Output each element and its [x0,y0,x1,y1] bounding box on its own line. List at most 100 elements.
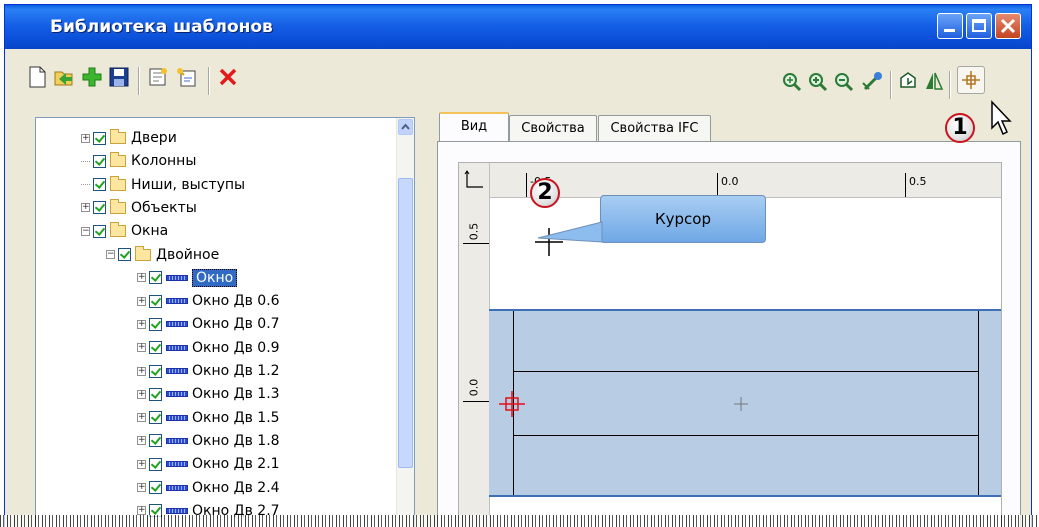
expander-icon[interactable]: + [137,389,146,399]
checkbox[interactable] [118,248,131,261]
checkbox[interactable] [149,317,162,331]
checkbox[interactable] [149,481,162,494]
zoom-fit-icon[interactable] [781,71,803,93]
tree-item[interactable]: + Окно Дв 1.2 [137,360,280,382]
open-icon[interactable] [53,66,75,88]
ruler-label: 0.5 [467,222,481,241]
expander-icon[interactable]: − [81,226,90,236]
tree-item-label: Объекты [131,199,197,216]
expander-icon[interactable]: + [137,343,146,353]
checkbox[interactable] [149,341,162,355]
tab-view[interactable]: Вид [439,112,509,141]
expander-icon[interactable]: + [81,203,90,213]
maximize-icon [972,19,986,32]
expander-icon[interactable]: + [137,413,146,423]
rotate-view-icon[interactable] [897,70,919,92]
tree-item-label: Окно [192,268,238,287]
tree-item[interactable]: + Окно Дв 2.4 [137,477,280,499]
expander-icon[interactable]: + [137,273,146,283]
tree-item-label: Окно Дв 1.8 [192,432,280,449]
save-icon[interactable] [109,66,129,88]
tree-spacer [81,184,90,186]
window-icon [166,461,188,468]
tree-item-label: Окно Дв 1.5 [192,409,280,426]
tree-item[interactable]: + Окно Дв 1.3 [137,383,280,405]
zoom-out-icon[interactable] [833,71,855,93]
expander-icon[interactable]: − [106,250,115,259]
tree-item[interactable]: + Окно Дв 1.8 [137,430,280,452]
tree-item[interactable]: + Двери [81,127,177,149]
expander-icon[interactable]: + [137,319,146,329]
tree-item-label: Окно Дв 0.6 [192,293,280,310]
window-icon [166,274,188,281]
base-point-button[interactable] [957,66,985,94]
tree-item[interactable]: + Окно Дв 0.7 [137,313,280,335]
toolbar [5,49,1031,107]
expander-icon[interactable]: + [137,366,146,376]
vertical-ruler: 0.5 0.0 [459,163,490,527]
tree-item[interactable]: + Окно Дв 0.6 [137,290,280,312]
pan-icon[interactable] [861,71,883,93]
window-icon [166,344,188,351]
checkbox[interactable] [149,434,162,448]
tree-item[interactable]: + Окно [137,267,238,289]
mirror-icon[interactable] [923,70,945,92]
scroll-thumb[interactable] [398,178,413,468]
tree-item[interactable]: Колонны [81,150,196,172]
tree-scrollbar[interactable] [396,118,414,527]
template-edit-icon[interactable] [175,66,199,88]
window-icon [166,391,188,398]
expander-icon[interactable]: + [137,506,146,516]
checkbox[interactable] [149,364,162,378]
tree-item[interactable]: − Окна [81,220,168,242]
close-button[interactable] [995,13,1021,39]
tab-properties[interactable]: Свойства [509,115,597,141]
folder-icon [110,152,126,168]
window-icon [166,507,188,514]
expander-icon[interactable]: + [137,436,146,446]
tree-item[interactable]: + Окно Дв 1.5 [137,407,280,429]
checkbox[interactable] [149,411,162,425]
cursor-callout: Курсор [600,195,766,243]
checkbox[interactable] [93,201,106,215]
window-title: Библиотека шаблонов [50,17,273,37]
checkbox[interactable] [93,131,106,145]
callout-label: Курсор [655,210,711,228]
checkbox[interactable] [93,154,106,168]
window-template-sheet [489,309,1001,497]
expander-icon[interactable]: + [137,459,146,469]
expander-icon[interactable]: + [137,483,146,492]
checkbox[interactable] [93,224,106,238]
new-template-icon[interactable] [147,66,169,88]
tab-ifc-properties[interactable]: Свойства IFC [598,115,711,141]
tree-item[interactable]: Ниши, выступы [81,174,245,196]
window-icon [166,321,188,328]
delete-icon[interactable] [217,66,239,88]
tree-item-label: Двери [131,130,177,146]
zoom-in-icon[interactable] [807,71,829,93]
title-bar[interactable]: Библиотека шаблонов [5,5,1031,49]
expander-icon[interactable]: + [137,296,146,306]
window-icon [166,414,188,421]
checkbox[interactable] [149,294,162,308]
tree-item[interactable]: + Окно Дв 0.9 [137,337,280,359]
checkbox[interactable] [149,271,162,285]
expander-icon[interactable]: + [81,133,90,143]
toolbar-separator [890,71,892,99]
template-tree[interactable]: + Двери Колонны Ниши, выступы + Объекты − Окна −… [35,117,415,527]
minimize-button[interactable] [937,13,963,39]
checkbox[interactable] [149,457,162,471]
new-icon[interactable] [27,66,47,88]
tree-item[interactable]: + Окно Дв 2.1 [137,453,280,475]
checkbox[interactable] [93,178,106,192]
tree-item-label: Окно Дв 1.3 [192,386,280,403]
add-icon[interactable] [81,66,103,88]
checkbox[interactable] [149,387,162,401]
maximize-button[interactable] [966,13,992,39]
tree-item-label: Окно Дв 2.1 [192,456,280,473]
scroll-up-button[interactable] [398,119,413,135]
tab-label: Свойства [521,121,585,136]
tree-item[interactable]: + Объекты [81,197,197,219]
tab-label: Свойства IFC [610,121,699,136]
tree-item[interactable]: − Двойное [106,244,219,266]
